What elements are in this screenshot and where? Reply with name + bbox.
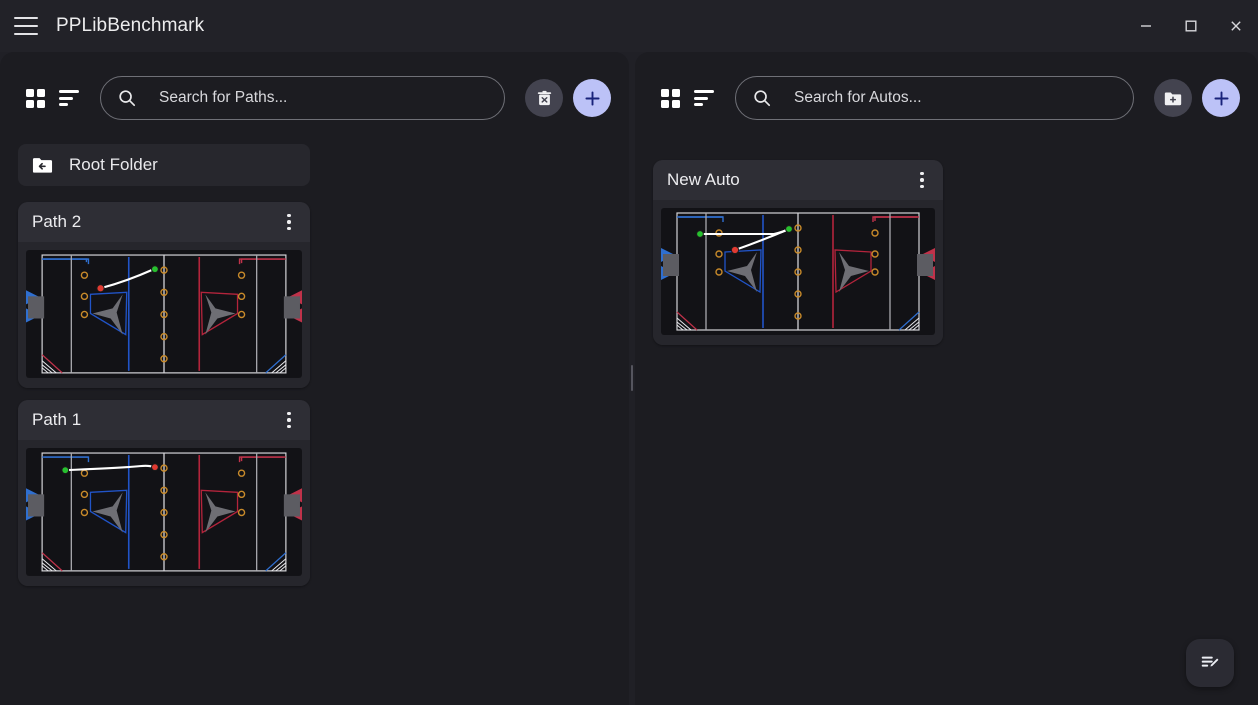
title-bar: PPLibBenchmark	[0, 0, 1258, 52]
search-icon	[119, 90, 136, 107]
root-folder-item[interactable]: Root Folder	[18, 144, 310, 186]
path-card-body	[18, 242, 310, 388]
autos-panel: New Auto	[635, 52, 1258, 705]
kebab-menu-icon[interactable]	[278, 211, 300, 233]
close-button[interactable]	[1213, 0, 1258, 52]
kebab-menu-icon[interactable]	[278, 409, 300, 431]
folder-back-icon	[32, 157, 53, 173]
autos-toolbar	[635, 52, 1258, 144]
trash-delete-icon	[537, 90, 551, 105]
edit-auto-button[interactable]	[1186, 639, 1234, 687]
autos-search-input[interactable]	[794, 89, 1133, 107]
paths-search-input[interactable]	[159, 89, 504, 107]
grid-view-icon[interactable]	[18, 81, 52, 115]
path-card[interactable]: Path 1	[18, 399, 310, 586]
window-controls	[1123, 0, 1258, 52]
paths-card-grid: Path 2 Path 1	[0, 186, 629, 586]
auto-card-body	[653, 200, 943, 345]
path-preview-field	[26, 447, 302, 576]
paths-panel: Root Folder Path 2	[0, 52, 629, 705]
hamburger-menu-icon[interactable]	[14, 17, 38, 35]
path-card-header: Path 2	[18, 202, 310, 242]
path-card-title: Path 1	[32, 409, 82, 429]
auto-preview-field	[661, 208, 935, 335]
sort-icon[interactable]	[687, 81, 721, 115]
main-content: Root Folder Path 2	[0, 52, 1258, 705]
grid-view-icon[interactable]	[653, 81, 687, 115]
kebab-menu-icon[interactable]	[911, 169, 933, 191]
auto-card-header: New Auto	[653, 160, 943, 200]
folder-add-icon	[1164, 92, 1182, 105]
app-title: PPLibBenchmark	[56, 15, 205, 36]
path-card-title: Path 2	[32, 212, 82, 231]
edit-note-icon	[1201, 656, 1220, 668]
auto-card-title: New Auto	[667, 170, 740, 189]
plus-icon	[584, 90, 600, 106]
search-icon	[754, 90, 771, 107]
splitter-handle[interactable]	[631, 365, 633, 391]
paths-search-box[interactable]	[100, 76, 505, 120]
minimize-button[interactable]	[1123, 0, 1168, 52]
path-card[interactable]: Path 2	[18, 202, 310, 388]
auto-card[interactable]: New Auto	[653, 160, 943, 345]
autos-card-grid: New Auto	[635, 144, 1258, 345]
path-preview-field	[26, 250, 302, 378]
path-card-body	[18, 439, 310, 586]
maximize-button[interactable]	[1168, 0, 1213, 52]
root-folder-label: Root Folder	[69, 155, 158, 174]
paths-toolbar	[0, 52, 629, 144]
path-card-header: Path 1	[18, 399, 310, 440]
new-folder-button[interactable]	[1154, 79, 1192, 117]
plus-icon	[1213, 90, 1229, 106]
delete-all-paths-button[interactable]	[525, 79, 563, 117]
sort-icon[interactable]	[52, 81, 86, 115]
autos-search-box[interactable]	[735, 76, 1134, 120]
add-path-button[interactable]	[573, 79, 611, 117]
add-auto-button[interactable]	[1202, 79, 1240, 117]
